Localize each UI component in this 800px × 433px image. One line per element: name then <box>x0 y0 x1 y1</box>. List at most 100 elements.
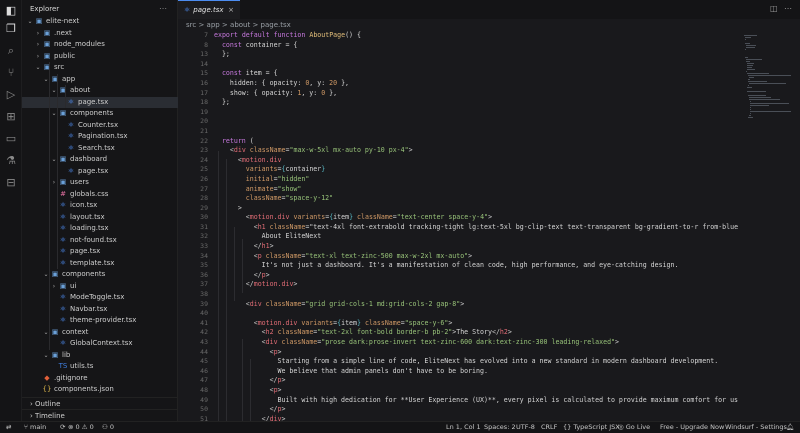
code-line[interactable]: className="space-y-12" <box>214 194 740 204</box>
minimap[interactable] <box>740 31 792 421</box>
source-control-icon[interactable]: ⑂ <box>4 66 18 80</box>
code-line[interactable]: variants={container} <box>214 165 740 175</box>
folder-item[interactable]: ⌄ ▣ elite-next <box>22 16 178 28</box>
docker-icon[interactable]: ⊟ <box>4 176 18 190</box>
code-line[interactable]: About EliteNext <box>214 232 740 242</box>
code-line[interactable]: initial="hidden" <box>214 175 740 185</box>
code-line[interactable]: > <box>214 204 740 214</box>
code-editor[interactable]: 7 8 13 14 15 16 17 18 19 20 21 22 23 24 25 26 27 28 29 30 31… <box>178 31 740 421</box>
code-line[interactable]: export default function AboutPage() { <box>214 31 740 41</box>
file-item[interactable]: {} components.json <box>22 384 178 396</box>
code-line[interactable]: const item = { <box>214 69 740 79</box>
folder-item[interactable]: ⌄ ▣ dashboard <box>22 154 178 166</box>
file-item[interactable]: ⚛ not-found.tsx <box>22 235 178 247</box>
folder-item[interactable]: ⌄ ▣ lib <box>22 350 178 362</box>
testing-icon[interactable]: ⚗ <box>4 154 18 168</box>
folder-item[interactable]: ⌄ ▣ components <box>22 108 178 120</box>
more-actions-icon[interactable]: ⋯ <box>784 4 792 13</box>
code-line[interactable]: </p> <box>214 271 740 281</box>
code-line[interactable] <box>214 127 740 137</box>
extensions-icon[interactable]: ⊞ <box>4 110 18 124</box>
remote-indicator-icon[interactable]: ⇄ <box>6 422 11 433</box>
file-item[interactable]: ⚛ page.tsx <box>22 246 178 258</box>
code-line[interactable]: </p> <box>214 376 740 386</box>
language-mode[interactable]: {} TypeScript JSX <box>563 422 620 433</box>
breadcrumb[interactable]: src > app > about > page.tsx <box>178 19 800 31</box>
code-line[interactable]: }; <box>214 50 740 60</box>
folder-item[interactable]: › ▣ node_modules <box>22 39 178 51</box>
code-line[interactable]: </motion.div> <box>214 280 740 290</box>
code-line[interactable]: show: { opacity: 1, y: 0 }, <box>214 89 740 99</box>
explorer-icon[interactable]: ❐ <box>4 22 18 36</box>
tab-page-tsx[interactable]: ⚛ page.tsx × <box>178 0 240 19</box>
folder-item[interactable]: ⌄ ▣ about <box>22 85 178 97</box>
file-item[interactable]: ⚛ ModeToggle.tsx <box>22 292 178 304</box>
folder-item[interactable]: ⌄ ▣ context <box>22 327 178 339</box>
code-line[interactable]: Starting from a simple line of code, Eli… <box>214 357 740 367</box>
close-icon[interactable]: × <box>228 1 234 19</box>
folder-item[interactable]: ⌄ ▣ src <box>22 62 178 74</box>
problems-indicator[interactable]: ⊗ 0 ⚠ 0 <box>68 422 94 433</box>
code-area[interactable]: export default function AboutPage() { co… <box>214 31 740 421</box>
folder-item[interactable]: › ▣ .next <box>22 28 178 40</box>
code-line[interactable]: Built with high dedication for **User Ex… <box>214 396 740 406</box>
code-line[interactable]: </h1> <box>214 242 740 252</box>
folder-item[interactable]: › ▣ ui <box>22 281 178 293</box>
run-debug-icon[interactable]: ▷ <box>4 88 18 102</box>
folder-item[interactable]: › ▣ public <box>22 51 178 63</box>
remote-icon[interactable]: ▭ <box>4 132 18 146</box>
vertical-scrollbar[interactable] <box>792 31 800 421</box>
file-item[interactable]: ⚛ page.tsx <box>22 96 178 108</box>
windsurf-settings[interactable]: Windsurf - Settings <box>725 422 787 433</box>
outline-section[interactable]: › Outline <box>22 397 178 409</box>
code-line[interactable]: <div className="prose dark:prose-invert … <box>214 338 740 348</box>
file-item[interactable]: ⚛ page.tsx <box>22 166 178 178</box>
code-line[interactable]: <h2 className="text-2xl font-bold border… <box>214 328 740 338</box>
app-logo-icon[interactable]: ◧ <box>4 4 18 18</box>
explorer-actions[interactable]: ⋯ <box>159 4 171 13</box>
search-icon[interactable]: ⌕ <box>4 44 18 58</box>
sync-icon[interactable]: ⟳ <box>60 422 65 433</box>
code-line[interactable]: <p className="text-xl text-zinc-500 max-… <box>214 252 740 262</box>
file-item[interactable]: ⚛ loading.tsx <box>22 223 178 235</box>
file-item[interactable]: TS utils.ts <box>22 361 178 373</box>
code-line[interactable]: <div className="grid grid-cols-1 md:grid… <box>214 300 740 310</box>
go-live-button[interactable]: ◎ Go Live <box>618 422 650 433</box>
file-item[interactable]: ⚛ icon.tsx <box>22 200 178 212</box>
ports-indicator[interactable]: ⚇ 0 <box>102 422 114 433</box>
file-item[interactable]: ⚛ GlobalContext.tsx <box>22 338 178 350</box>
cursor-position[interactable]: Ln 1, Col 1 <box>446 422 481 433</box>
code-line[interactable]: return ( <box>214 137 740 147</box>
code-line[interactable]: <motion.div variants={item} className="s… <box>214 319 740 329</box>
encoding[interactable]: UTF-8 <box>516 422 535 433</box>
code-line[interactable]: const container = { <box>214 41 740 51</box>
file-item[interactable]: ⚛ Pagination.tsx <box>22 131 178 143</box>
notifications-icon[interactable]: 🔔︎ <box>786 422 794 433</box>
file-item[interactable]: ⚛ layout.tsx <box>22 212 178 224</box>
file-item[interactable]: ⚛ Counter.tsx <box>22 120 178 132</box>
file-item[interactable]: ⚛ theme-provider.tsx <box>22 315 178 327</box>
folder-item[interactable]: ⌄ ▣ app <box>22 74 178 86</box>
code-line[interactable] <box>214 60 740 70</box>
folder-item[interactable]: ⌄ ▣ components <box>22 269 178 281</box>
branch-indicator[interactable]: ⑂ main <box>24 422 46 433</box>
code-line[interactable]: <motion.div <box>214 156 740 166</box>
indentation[interactable]: Spaces: 2 <box>484 422 516 433</box>
code-line[interactable]: }; <box>214 98 740 108</box>
end-of-line[interactable]: CRLF <box>541 422 557 433</box>
code-line[interactable]: <motion.div variants={item} className="t… <box>214 213 740 223</box>
code-line[interactable]: <h1 className="text-4xl font-extrabold t… <box>214 223 740 233</box>
file-item[interactable]: ⚛ Navbar.tsx <box>22 304 178 316</box>
code-line[interactable]: hidden: { opacity: 0, y: 20 }, <box>214 79 740 89</box>
code-line[interactable]: We believe that admin panels don't have … <box>214 367 740 377</box>
code-line[interactable]: <p> <box>214 348 740 358</box>
code-line[interactable]: animate="show" <box>214 185 740 195</box>
code-line[interactable]: <p> <box>214 386 740 396</box>
file-item[interactable]: ⚛ template.tsx <box>22 258 178 270</box>
timeline-section[interactable]: › Timeline <box>22 409 178 421</box>
file-item[interactable]: # globals.css <box>22 189 178 201</box>
file-item[interactable]: ⚛ Search.tsx <box>22 143 178 155</box>
code-line[interactable] <box>214 309 740 319</box>
folder-item[interactable]: › ▣ users <box>22 177 178 189</box>
code-line[interactable] <box>214 108 740 118</box>
